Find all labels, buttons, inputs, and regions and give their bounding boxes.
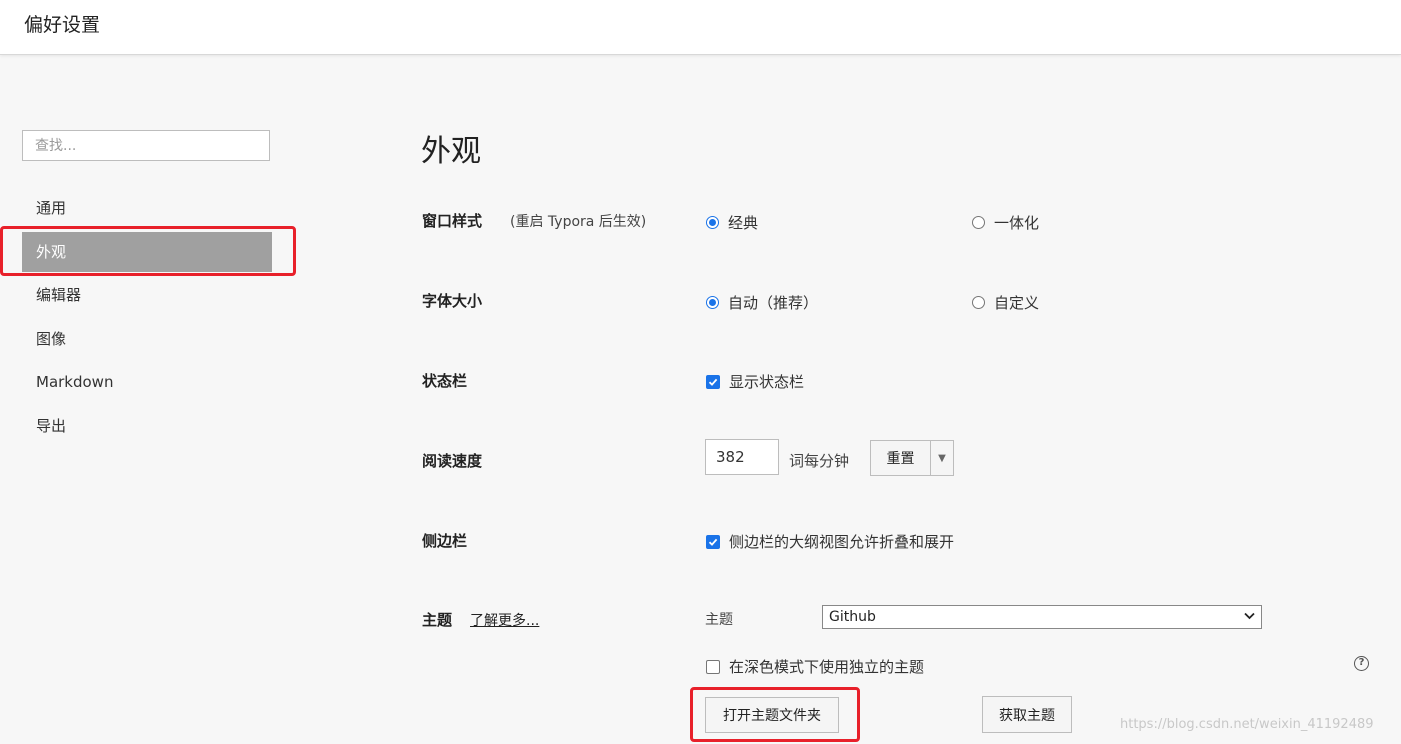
checkmark-icon [708,378,718,386]
reading-speed-unit: 词每分钟 [789,452,850,470]
status-bar-checkbox[interactable] [706,374,720,389]
radio-unibody[interactable] [972,216,985,229]
learn-more-link[interactable]: 了解更多... [470,610,539,630]
sidebar-outline-option[interactable]: 侧边栏的大纲视图允许折叠和展开 [706,531,954,552]
font-size-label: 字体大小 [422,292,483,310]
search-input[interactable] [22,130,270,161]
theme-label: 主题 [422,611,453,629]
get-themes-button[interactable]: 获取主题 [982,696,1072,733]
dark-mode-theme-option[interactable]: 在深色模式下使用独立的主题 [706,656,924,677]
reset-dropdown-arrow-icon[interactable]: ▼ [930,440,954,476]
sidebar-outline-checkbox-label: 侧边栏的大纲视图允许折叠和展开 [729,533,955,551]
window-style-label: 窗口样式 [422,212,483,230]
window-style-note: (重启 Typora 后生效) [510,214,647,230]
reading-speed-label: 阅读速度 [422,452,483,470]
sidebar-outline-checkbox[interactable] [706,534,720,549]
theme-select-label: 主题 [705,612,733,628]
page-title: 外观 [421,134,481,169]
highlight-annotation-appearance [0,226,296,276]
sidebar-item-export[interactable]: 导出 [22,406,272,446]
theme-select-value: Github [829,609,876,625]
window-style-unibody-option[interactable]: 一体化 [972,212,1039,233]
sidebar-item-editor[interactable]: 编辑器 [22,275,272,315]
status-bar-option[interactable]: 显示状态栏 [706,371,804,392]
font-size-custom-option[interactable]: 自定义 [972,292,1039,313]
help-icon[interactable]: ? [1354,656,1369,671]
radio-classic-label: 经典 [728,214,759,232]
watermark: https://blog.csdn.net/weixin_41192489 [1120,717,1374,732]
sidebar-item-markdown[interactable]: Markdown [22,362,272,402]
theme-select[interactable]: Github [822,605,1262,629]
radio-auto[interactable] [706,296,719,309]
radio-classic[interactable] [706,216,719,229]
reading-speed-input[interactable] [705,439,779,475]
window-title: 偏好设置 [24,14,101,36]
status-bar-label: 状态栏 [422,372,468,390]
status-bar-checkbox-label: 显示状态栏 [729,373,805,391]
radio-custom[interactable] [972,296,985,309]
title-bar: 偏好设置 [0,0,1401,55]
window-style-classic-option[interactable]: 经典 [706,212,758,233]
sidebar-item-image[interactable]: 图像 [22,319,272,359]
reset-button[interactable]: 重置 [870,440,931,476]
radio-custom-label: 自定义 [994,294,1040,312]
radio-unibody-label: 一体化 [994,214,1040,232]
radio-auto-label: 自动（推荐） [728,294,819,312]
chevron-down-icon [1244,612,1255,620]
checkmark-icon [708,538,718,546]
dark-mode-theme-checkbox-label: 在深色模式下使用独立的主题 [729,658,925,676]
sidebar-item-general[interactable]: 通用 [22,188,272,228]
sidebar-setting-label: 侧边栏 [422,532,468,550]
highlight-annotation-open-folder [690,687,860,742]
font-size-auto-option[interactable]: 自动（推荐） [706,292,818,313]
dark-mode-theme-checkbox[interactable] [706,659,720,674]
